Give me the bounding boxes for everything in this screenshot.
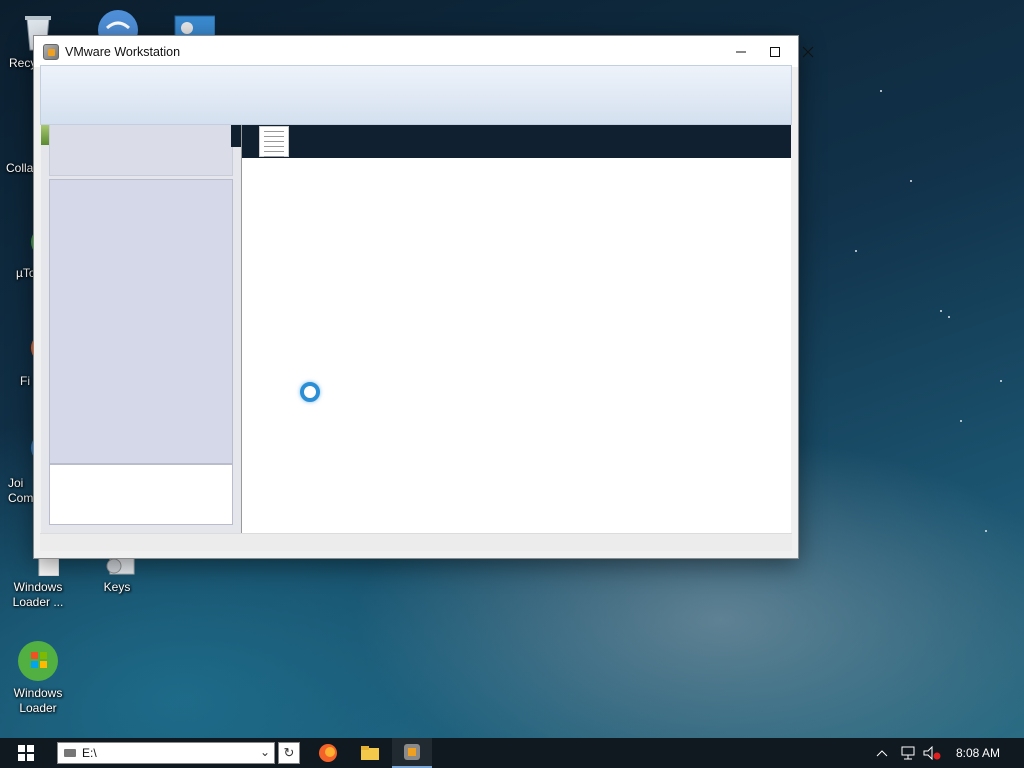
toolbar-area (40, 65, 792, 125)
drive-icon (64, 749, 76, 757)
status-bar (40, 533, 792, 551)
show-hidden-icons-button[interactable] (872, 738, 892, 768)
window-titlebar[interactable]: VMware Workstation (34, 36, 814, 67)
firefox-icon (319, 744, 337, 762)
library-details (49, 464, 233, 525)
taskbar-firefox[interactable] (308, 738, 348, 768)
windows-logo-icon (18, 745, 34, 761)
window-title: VMware Workstation (65, 44, 181, 59)
desktop-icon-label: Keys (103, 580, 131, 594)
minimize-button[interactable] (724, 36, 758, 67)
refresh-icon: ↻ (283, 745, 295, 760)
windows-loader-icon (17, 640, 59, 682)
file-explorer-icon (361, 746, 379, 760)
library-tree[interactable] (49, 179, 233, 464)
chevron-up-icon (876, 750, 888, 757)
taskbar: E:\ ⌄ ↻ 8:08 AM (0, 738, 1024, 768)
clock[interactable]: 8:08 AM (948, 738, 1008, 768)
pane-splitter[interactable] (231, 125, 241, 147)
vmware-icon (404, 744, 420, 760)
volume-muted-icon[interactable] (922, 738, 942, 768)
address-input[interactable]: E:\ (82, 746, 97, 760)
maximize-button[interactable] (758, 36, 792, 67)
desktop-icon-windows-loader[interactable]: Windows Loader (0, 640, 76, 716)
refresh-button[interactable]: ↻ (278, 742, 300, 764)
taskbar-vmware[interactable] (392, 738, 432, 768)
taskbar-file-explorer[interactable] (350, 738, 390, 768)
desktop-icon-label: Windows Loader ... (12, 580, 64, 609)
library-tab-icon[interactable] (41, 125, 49, 145)
main-content (241, 125, 791, 533)
content-tab-bar (242, 125, 791, 158)
library-pane (41, 125, 241, 533)
vmware-window[interactable]: VMware Workstation (33, 35, 814, 559)
library-header (49, 125, 233, 176)
chevron-down-icon[interactable]: ⌄ (260, 745, 270, 759)
home-tab-document-icon[interactable] (259, 126, 289, 157)
close-icon (802, 46, 814, 57)
address-toolbar[interactable]: E:\ ⌄ (57, 742, 275, 764)
busy-cursor-icon (300, 382, 320, 402)
vmware-icon (43, 43, 59, 60)
start-button[interactable] (0, 738, 52, 768)
desktop-icon-label: Windows Loader (13, 686, 63, 715)
minimize-icon (736, 51, 746, 52)
network-icon[interactable] (898, 738, 918, 768)
close-button[interactable] (791, 36, 825, 67)
maximize-icon (770, 46, 780, 57)
